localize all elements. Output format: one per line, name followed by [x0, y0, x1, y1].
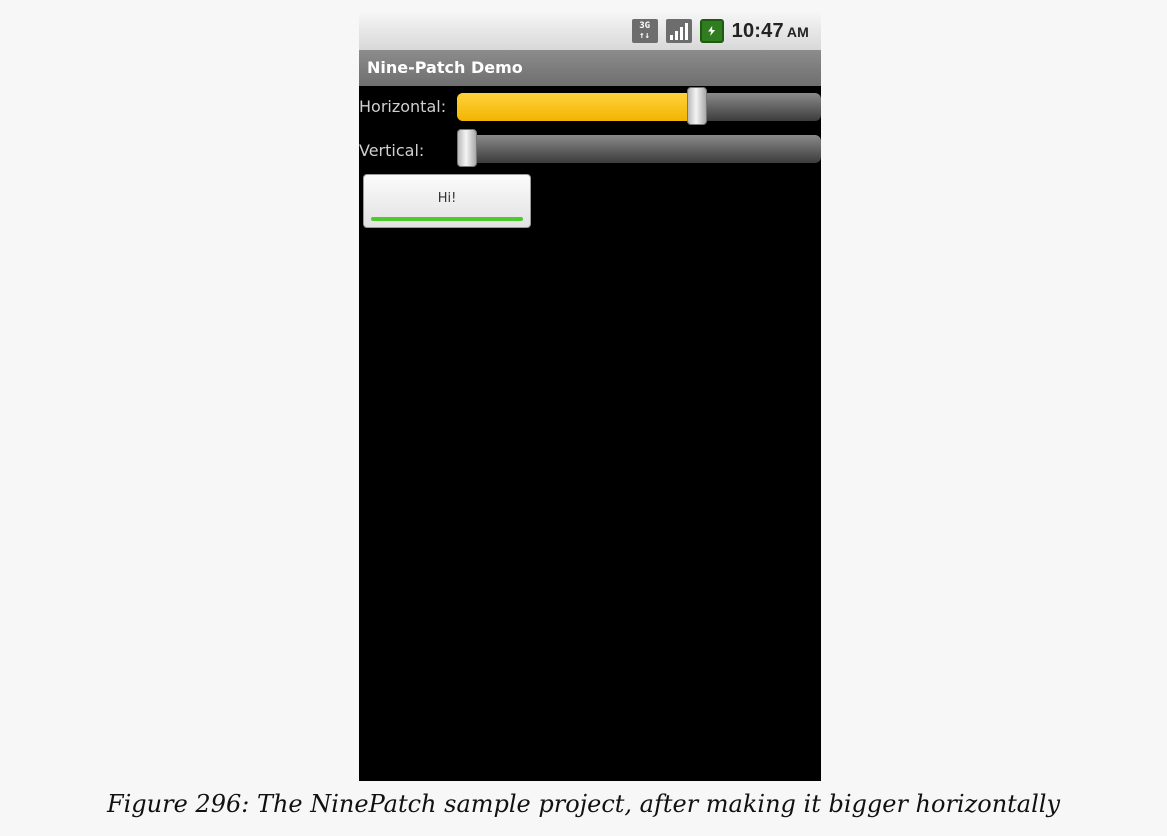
3g-data-icon: 3G ↑↓	[631, 19, 658, 43]
app-title: Nine-Patch Demo	[367, 58, 523, 77]
device-screen: 3G ↑↓ 10:47 AM Nine-Patch Demo Horizontal…	[359, 12, 821, 781]
vertical-seekbar[interactable]	[457, 129, 821, 167]
title-bar: Nine-Patch Demo	[359, 50, 821, 86]
signal-strength-icon	[665, 19, 692, 43]
hi-button[interactable]: Hi!	[363, 174, 531, 228]
hi-button-indicator	[371, 217, 523, 221]
status-clock: 10:47 AM	[732, 20, 809, 43]
vertical-seekbar-thumb[interactable]	[457, 129, 477, 167]
hi-button-label: Hi!	[437, 191, 457, 206]
figure-caption: Figure 296: The NinePatch sample project…	[106, 790, 1061, 818]
horizontal-seekbar[interactable]	[457, 87, 821, 125]
battery-charging-icon	[699, 19, 724, 43]
horizontal-seekbar-progress	[457, 93, 698, 121]
vertical-label: Vertical:	[359, 141, 425, 160]
horizontal-seekbar-thumb[interactable]	[687, 87, 708, 125]
clock-ampm: AM	[786, 23, 809, 40]
horizontal-label: Horizontal:	[359, 97, 447, 116]
clock-time: 10:47	[731, 19, 784, 42]
network-type-label: 3G	[639, 21, 651, 31]
status-bar: 3G ↑↓ 10:47 AM	[359, 12, 821, 50]
status-icons: 3G ↑↓ 10:47 AM	[631, 18, 809, 44]
network-arrows-label: ↑↓	[639, 31, 651, 41]
